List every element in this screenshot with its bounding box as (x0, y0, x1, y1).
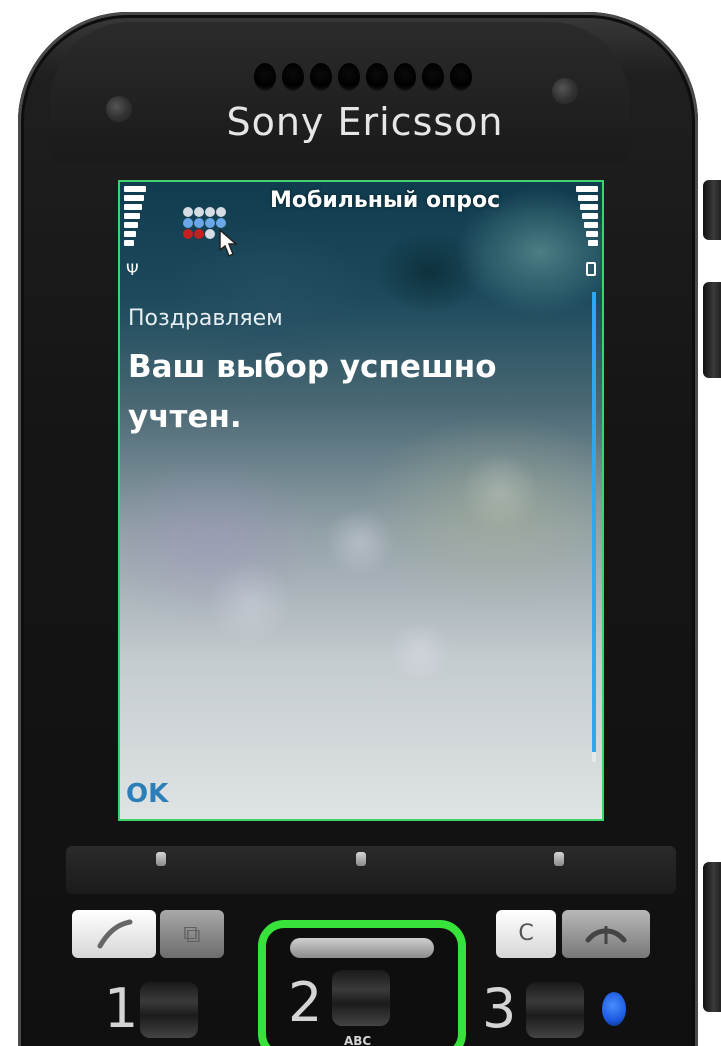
clear-button[interactable]: C (496, 910, 556, 958)
key-2-letters: ABC (344, 1034, 372, 1046)
scrollbar-thumb[interactable] (592, 292, 596, 752)
key-2-label: 2 (288, 971, 323, 1034)
camera-side-button[interactable] (703, 862, 721, 1012)
brand-logo: Sony Ericsson (226, 100, 504, 144)
activity-menu-button[interactable]: ⧉ (160, 910, 224, 958)
end-call-button[interactable] (562, 910, 650, 958)
right-softkey-indicator[interactable] (554, 852, 564, 866)
volume-down-button[interactable] (703, 282, 721, 378)
mobile-poll-app-icon (180, 204, 250, 274)
front-sensor-left (106, 96, 132, 122)
antenna-icon: Ψ (126, 260, 139, 279)
key-2[interactable] (332, 970, 390, 1026)
left-softkey-indicator[interactable] (156, 852, 166, 866)
middle-softkey-indicator[interactable] (356, 852, 366, 866)
battery-icon (586, 262, 596, 276)
message-subtitle: Поздравляем (128, 306, 283, 331)
hang-up-icon (585, 926, 627, 944)
signal-strength-bars (124, 186, 146, 246)
app-title: Мобильный опрос (270, 188, 501, 213)
key-3-label: 3 (482, 977, 517, 1040)
phone-emulator: Sony Ericsson Ψ Мобильный опрос Поздравл… (0, 0, 721, 1046)
earpiece-speaker (245, 60, 480, 94)
key-1-label: 1 (104, 977, 139, 1040)
call-button[interactable] (72, 910, 156, 958)
notification-light (602, 992, 626, 1026)
phone-screen: Ψ Мобильный опрос Поздравляем Ваш выбор … (118, 180, 604, 821)
key-1[interactable] (140, 982, 198, 1038)
ok-softkey[interactable]: OK (126, 779, 168, 809)
navigation-key-up[interactable] (290, 938, 434, 958)
key-3[interactable] (526, 982, 584, 1038)
phone-handset-icon (97, 919, 133, 949)
window-switch-icon: ⧉ (183, 920, 201, 948)
battery-level-bars (576, 186, 598, 246)
volume-up-button[interactable] (703, 180, 721, 240)
confirmation-message: Ваш выбор успешно учтен. (128, 349, 497, 435)
front-camera (552, 78, 578, 104)
